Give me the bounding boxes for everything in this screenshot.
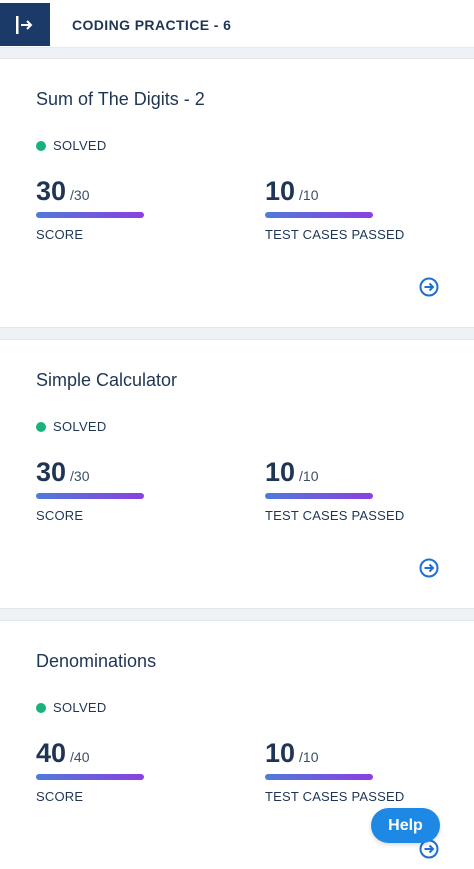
test-cases-max: /10 (299, 187, 319, 203)
status-text: SOLVED (53, 138, 107, 153)
score-progress-bar (36, 212, 144, 218)
test-cases-progress-bar (265, 774, 373, 780)
score-metric: 30/30 SCORE (36, 176, 144, 242)
score-max: /30 (70, 187, 90, 203)
score-label: SCORE (36, 508, 84, 523)
status-badge: SOLVED (36, 138, 107, 153)
test-cases-value: 10 (265, 738, 296, 768)
score-label: SCORE (36, 789, 84, 804)
score-max: /30 (70, 468, 90, 484)
score-metric: 40/40 SCORE (36, 738, 144, 804)
score-value: 30 (36, 176, 67, 206)
test-cases-value: 10 (265, 176, 296, 206)
score-value: 40 (36, 738, 67, 768)
solved-dot-icon (36, 140, 46, 151)
status-badge: SOLVED (36, 700, 107, 715)
solved-dot-icon (36, 421, 46, 432)
problem-card[interactable]: Simple Calculator SOLVED 30/30 SCORE 10/… (0, 339, 474, 609)
score-label: SCORE (36, 227, 84, 242)
test-cases-progress-bar (265, 212, 373, 218)
status-text: SOLVED (53, 419, 107, 434)
test-cases-label: TEST CASES PASSED (265, 789, 405, 804)
test-cases-metric: 10/10 TEST CASES PASSED (265, 738, 404, 804)
score-progress-bar (36, 493, 144, 499)
status-text: SOLVED (53, 700, 107, 715)
test-cases-metric: 10/10 TEST CASES PASSED (265, 457, 404, 523)
problem-title: Denominations (36, 651, 157, 671)
test-cases-label: TEST CASES PASSED (265, 227, 405, 242)
score-progress-bar (36, 774, 144, 780)
arrow-right-circle-icon[interactable] (419, 277, 439, 297)
test-cases-max: /10 (299, 749, 319, 765)
test-cases-max: /10 (299, 468, 319, 484)
problem-title: Sum of The Digits - 2 (36, 89, 205, 109)
test-cases-value: 10 (265, 457, 296, 487)
score-max: /40 (70, 749, 90, 765)
arrow-right-circle-icon[interactable] (419, 558, 439, 578)
help-button[interactable]: Help (371, 808, 440, 843)
solved-dot-icon (36, 702, 46, 713)
top-header: CODING PRACTICE - 6 (0, 0, 474, 48)
page-title: CODING PRACTICE - 6 (72, 17, 232, 33)
problem-title: Simple Calculator (36, 370, 178, 390)
status-badge: SOLVED (36, 419, 107, 434)
score-metric: 30/30 SCORE (36, 457, 144, 523)
score-value: 30 (36, 457, 67, 487)
problem-card[interactable]: Sum of The Digits - 2 SOLVED 30/30 SCORE… (0, 58, 474, 328)
test-cases-metric: 10/10 TEST CASES PASSED (265, 176, 404, 242)
sidebar-toggle-button[interactable] (0, 3, 50, 46)
test-cases-progress-bar (265, 493, 373, 499)
sidebar-expand-icon (16, 15, 33, 34)
test-cases-label: TEST CASES PASSED (265, 508, 405, 523)
